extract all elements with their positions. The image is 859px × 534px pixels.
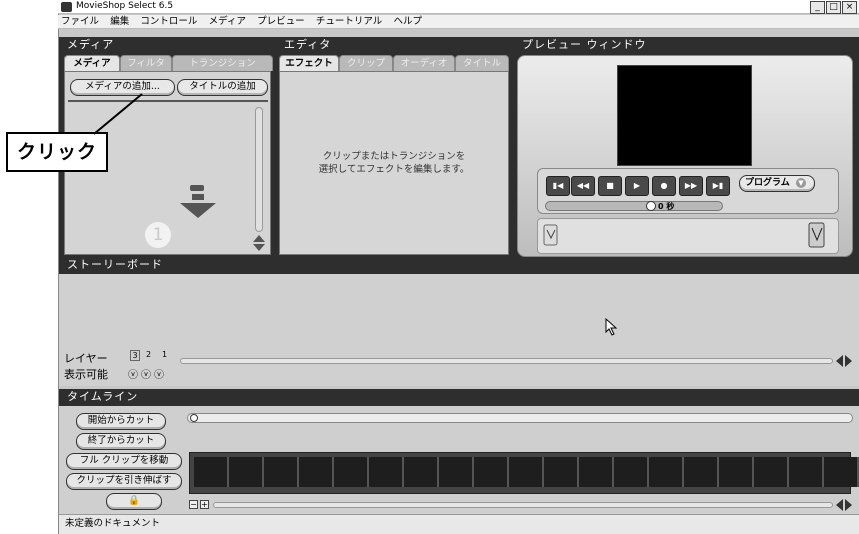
film-frame: [789, 457, 824, 487]
tab-audio[interactable]: オーディオ: [393, 55, 455, 71]
go-to-end-button[interactable]: ▶▮: [706, 176, 730, 196]
move-full-clip-button[interactable]: フル クリップを移動: [66, 453, 182, 470]
film-frame: [824, 457, 859, 487]
timeline-scroll-arrows-icon[interactable]: [836, 499, 852, 511]
menu-media[interactable]: メディア: [206, 15, 251, 29]
go-to-start-button[interactable]: ▮◀: [546, 176, 570, 196]
film-frame: [684, 457, 719, 487]
layer-label: レイヤー: [64, 352, 108, 365]
speaker-left-icon[interactable]: [543, 224, 559, 246]
editor-panel: クリップまたはトランジションを 選択してエフェクトを編集します。: [279, 71, 509, 255]
editor-header: エディタ: [284, 38, 332, 51]
speaker-right-icon[interactable]: [808, 222, 826, 248]
title-bar: MovieShop Select 6.5 _ □ ×: [58, 0, 859, 14]
film-frame: [194, 457, 229, 487]
stop-button[interactable]: ■: [598, 176, 622, 196]
preview-screen: [617, 65, 752, 166]
add-title-button[interactable]: タイトルの追加: [177, 79, 268, 96]
app-icon: [61, 2, 72, 12]
visible-label: 表示可能: [64, 368, 108, 381]
storyboard-scrollbar[interactable]: [180, 358, 833, 364]
film-frame: [754, 457, 789, 487]
minimize-button[interactable]: _: [810, 1, 825, 14]
audio-area: [537, 218, 839, 254]
visibility-eye-icons[interactable]: ⓥⓥⓥ: [128, 366, 167, 381]
timeline-header: タイムライン: [59, 389, 859, 406]
preview-time-slider[interactable]: 0 秒: [545, 201, 723, 211]
tab-transition[interactable]: トランジション: [172, 55, 273, 71]
click-callout: クリック: [6, 132, 108, 172]
menu-tutorial[interactable]: チュートリアル: [313, 15, 387, 29]
film-frame: [579, 457, 614, 487]
menu-file[interactable]: ファイル: [58, 15, 104, 29]
menu-bar: ファイル 編集 コントロール メディア プレビュー チュートリアル ヘルプ: [58, 15, 859, 29]
lock-button[interactable]: 🔒: [106, 493, 162, 510]
preview-header: プレビュー ウィンドウ: [522, 38, 647, 51]
film-frame: [369, 457, 404, 487]
filmstrip-track[interactable]: [189, 452, 859, 494]
scroll-arrows-icon[interactable]: [253, 235, 265, 251]
layer-1-toggle[interactable]: 1: [162, 350, 167, 359]
film-frame: [614, 457, 649, 487]
tab-clip[interactable]: クリップ: [339, 55, 393, 71]
tab-media[interactable]: メディア: [64, 55, 120, 71]
zoom-out-button[interactable]: −: [189, 500, 198, 509]
layer-2-toggle[interactable]: 2: [146, 350, 151, 359]
mode-select-label: プログラム: [745, 178, 790, 188]
film-frame: [474, 457, 509, 487]
play-button[interactable]: ▶: [625, 176, 649, 196]
mouse-cursor-icon: [605, 317, 619, 336]
cut-from-start-button[interactable]: 開始からカット: [76, 413, 166, 430]
editor-hint-line2: 選択してエフェクトを編集します。: [318, 164, 470, 175]
media-scrollbar[interactable]: [255, 107, 263, 232]
editor-hint-line1: クリップまたはトランジションを: [322, 151, 466, 162]
scroll-left-right-icon[interactable]: [836, 355, 852, 367]
step-number-badge: 1: [145, 222, 171, 248]
film-frame: [334, 457, 369, 487]
timeline-scrollbar[interactable]: [213, 502, 833, 508]
menu-edit[interactable]: 編集: [107, 15, 134, 29]
film-frame: [544, 457, 579, 487]
menu-help[interactable]: ヘルプ: [390, 15, 427, 29]
media-header: メディア: [67, 38, 115, 51]
editor-hint: クリップまたはトランジションを 選択してエフェクトを編集します。: [280, 150, 508, 176]
storyboard-panel: [59, 274, 859, 386]
record-button[interactable]: ●: [652, 176, 676, 196]
preview-time-readout: 0 秒: [658, 202, 675, 211]
zoom-in-button[interactable]: +: [200, 500, 209, 509]
tab-title[interactable]: タイトル: [455, 55, 509, 71]
status-bar: 未定義のドキュメント: [59, 514, 859, 534]
lock-icon: 🔒: [128, 495, 140, 506]
rewind-button[interactable]: ◀◀: [571, 176, 595, 196]
tab-filter[interactable]: フィルタ: [120, 55, 172, 71]
slider-thumb[interactable]: [646, 201, 656, 211]
film-frame: [439, 457, 474, 487]
window-title: MovieShop Select 6.5: [76, 1, 174, 11]
film-frame: [264, 457, 299, 487]
callout-pointer-line: [93, 93, 143, 135]
stretch-clip-button[interactable]: クリップを引き伸ばす: [66, 473, 182, 490]
film-frame: [229, 457, 264, 487]
drop-arrow-icon: [178, 185, 218, 220]
film-frame: [509, 457, 544, 487]
layer-3-toggle[interactable]: 3: [130, 350, 140, 361]
timeline-ruler[interactable]: [187, 413, 853, 423]
storyboard-header: ストーリーボード: [59, 257, 859, 274]
menu-preview[interactable]: プレビュー: [254, 15, 310, 29]
menu-control[interactable]: コントロール: [137, 15, 202, 29]
editor-tabs: エフェクト クリップ オーディオ タイトル: [279, 55, 509, 71]
maximize-button[interactable]: □: [826, 1, 841, 14]
close-button[interactable]: ×: [842, 1, 857, 14]
film-frame: [649, 457, 684, 487]
fast-forward-button[interactable]: ▶▶: [679, 176, 703, 196]
film-frame: [719, 457, 754, 487]
film-frame: [404, 457, 439, 487]
film-frame: [299, 457, 334, 487]
tab-effect[interactable]: エフェクト: [279, 55, 339, 71]
cut-from-end-button[interactable]: 終了からカット: [76, 433, 166, 450]
playhead[interactable]: [190, 414, 198, 422]
chevron-down-icon[interactable]: ▼: [796, 178, 806, 188]
media-tabs: メディア フィルタ トランジション: [64, 55, 273, 71]
